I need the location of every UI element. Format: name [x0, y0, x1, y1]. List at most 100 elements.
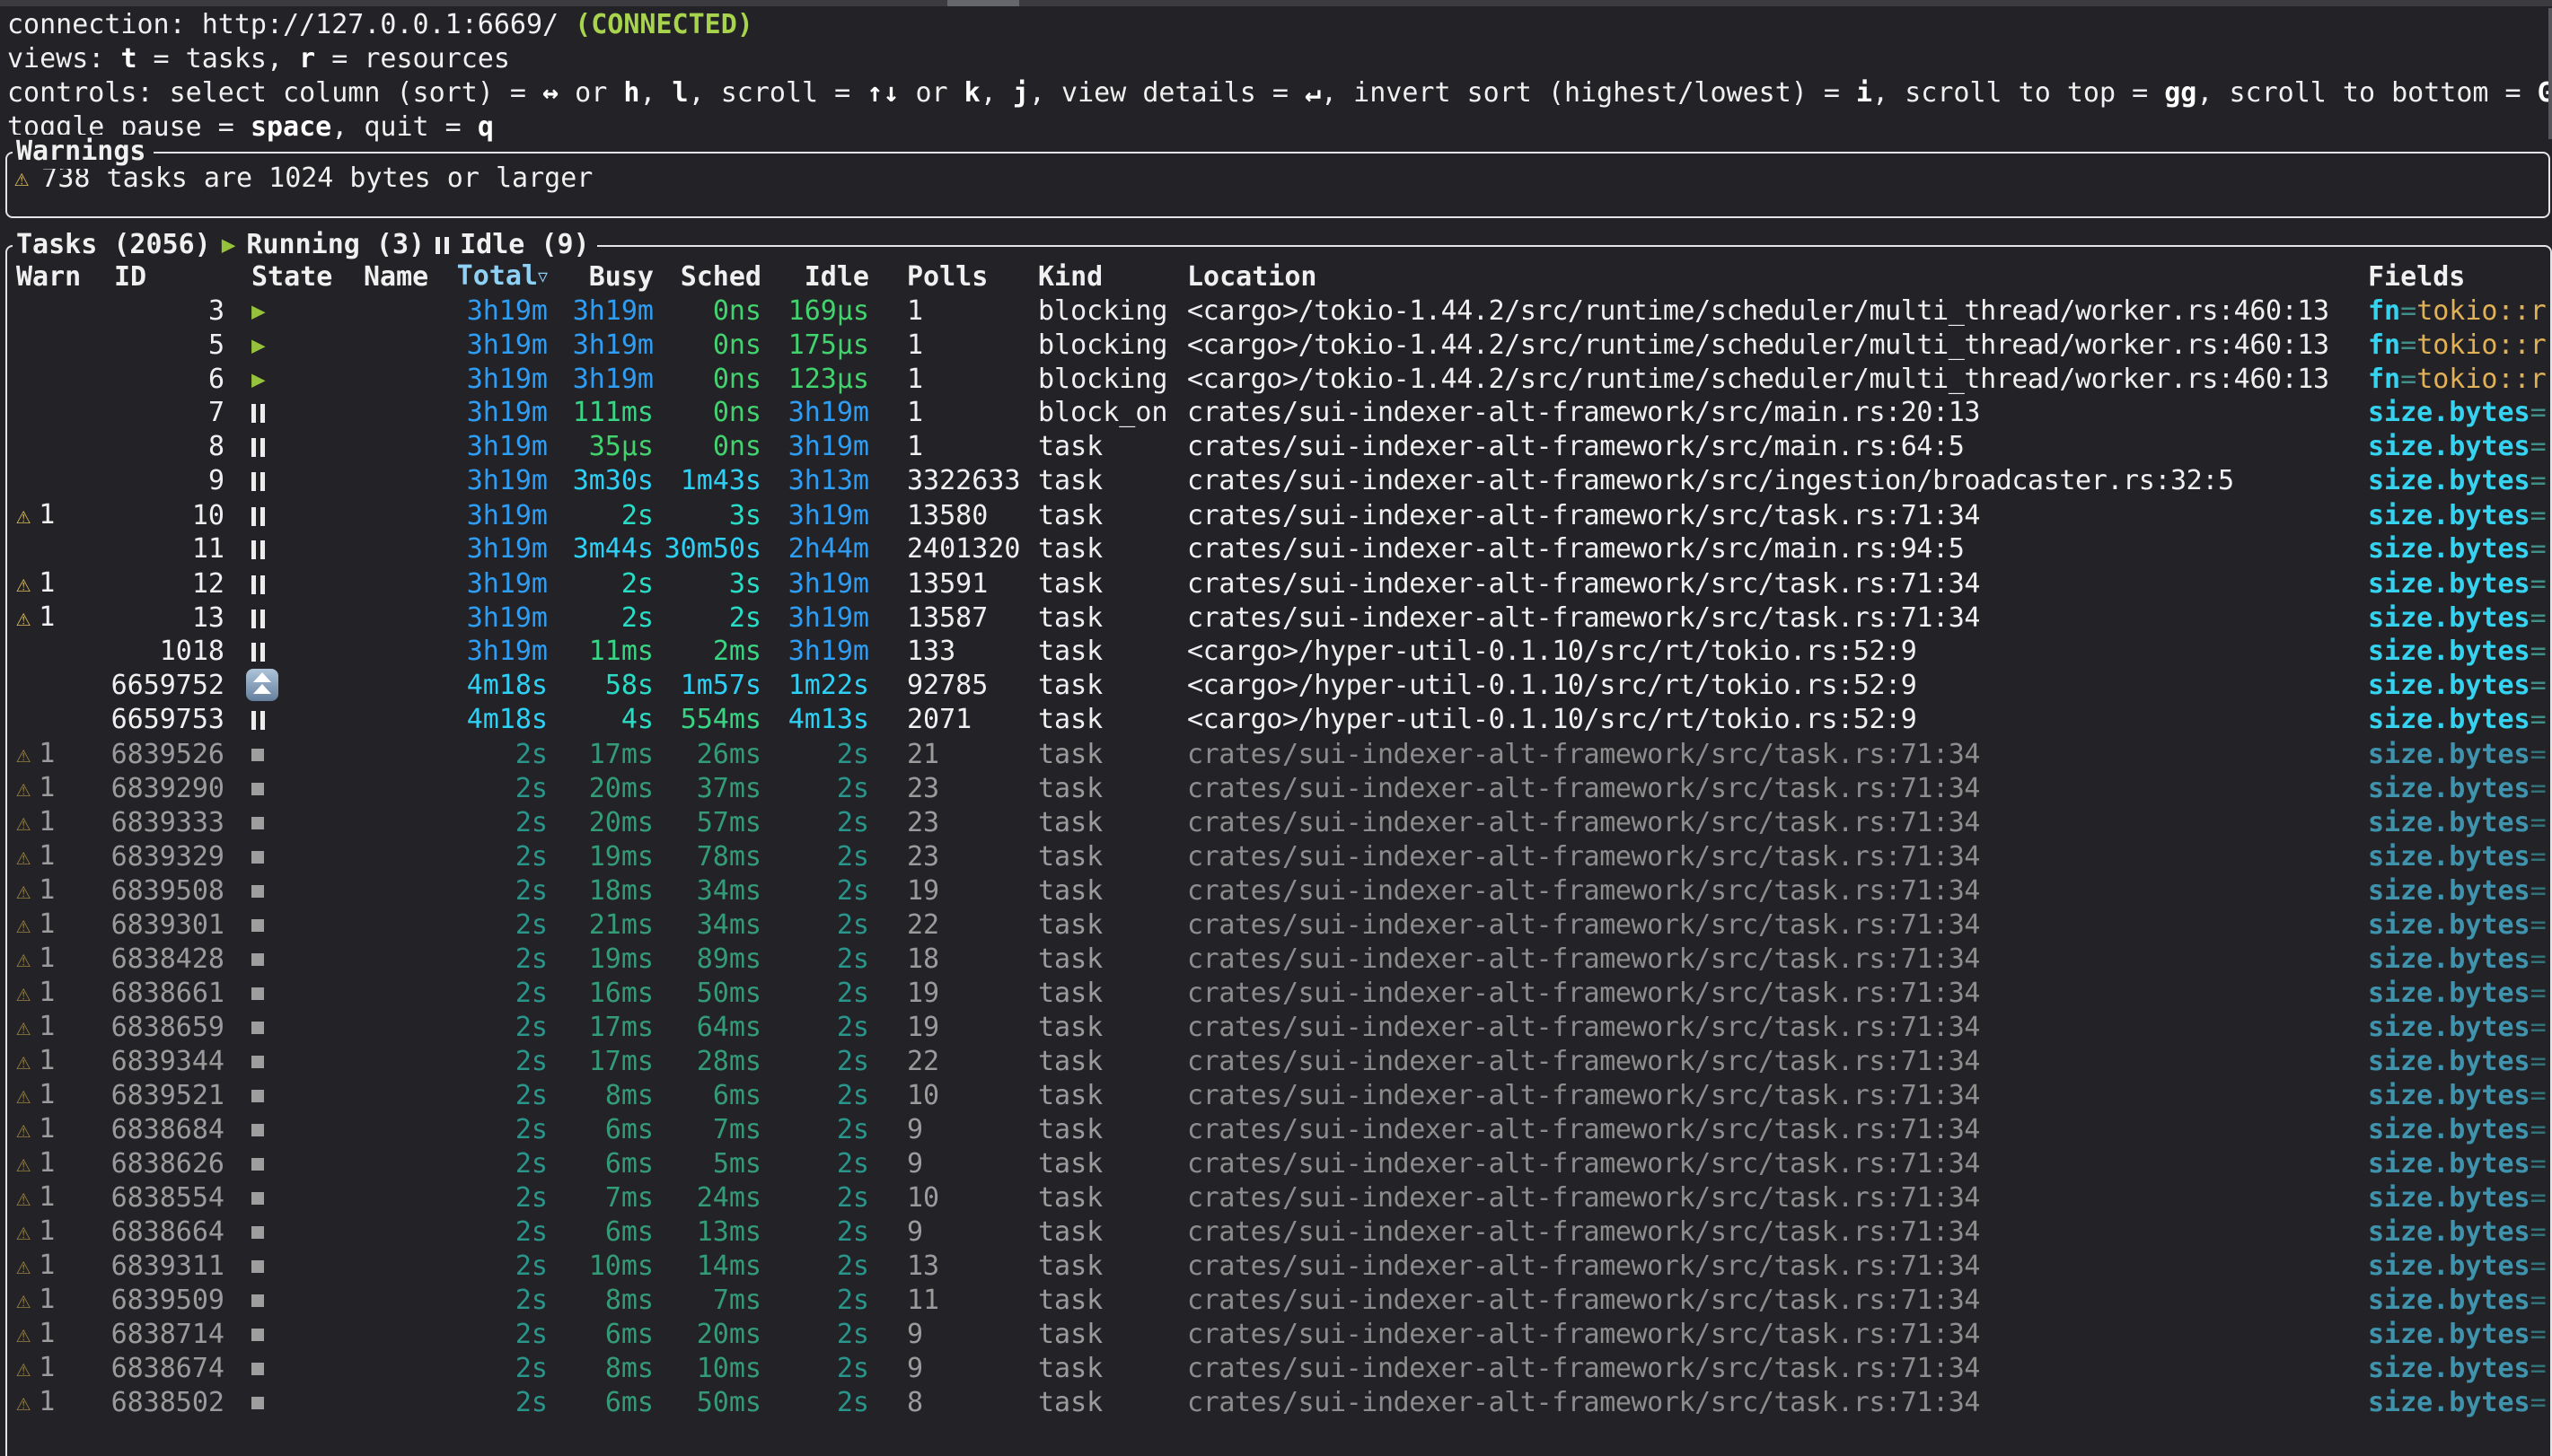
task-kind: task	[1033, 908, 1184, 943]
task-row[interactable]: 93h19m3m30s1m43s3h13m3322633taskcrates/s…	[16, 464, 2550, 498]
task-row[interactable]: 168386842s6ms7ms2s9taskcrates/sui-indexe…	[16, 1112, 2550, 1146]
state-cell	[224, 908, 337, 943]
task-row[interactable]: 113h19m3m44s30m50s2h44m2401320taskcrates…	[16, 532, 2550, 566]
field-value: tokio::r	[2416, 295, 2547, 327]
task-row[interactable]: 63h19m3h19m0ns123µs1blocking<cargo>/toki…	[16, 362, 2550, 396]
warn-count: 1	[39, 738, 55, 769]
duration-value: 3h19m	[467, 500, 548, 531]
duration-value: 18ms	[589, 875, 654, 907]
warning-icon	[16, 1250, 31, 1281]
column-header-warn[interactable]: Warn	[16, 260, 99, 294]
duration-value: 2s	[515, 978, 548, 1009]
duration-value: 19ms	[589, 841, 654, 873]
column-header-state[interactable]: State	[224, 260, 337, 294]
task-id: 6838684	[99, 1113, 224, 1147]
total-duration: 3h19m	[427, 532, 548, 566]
polls-count: 10	[869, 1079, 1033, 1113]
duration-value: 7ms	[713, 1285, 761, 1316]
task-row[interactable]: 73h19m111ms0ns3h19m1block_oncrates/sui-i…	[16, 396, 2550, 430]
terminal-right-scrollbar[interactable]	[2548, 8, 2552, 139]
task-row[interactable]: 168384282s19ms89ms2s18taskcrates/sui-ind…	[16, 942, 2550, 976]
task-row[interactable]: 168392902s20ms37ms2s23taskcrates/sui-ind…	[16, 771, 2550, 805]
terminal-top-scrollbar-thumb[interactable]	[947, 0, 1019, 6]
task-row[interactable]: 168393012s21ms34ms2s22taskcrates/sui-ind…	[16, 908, 2550, 942]
task-row[interactable]: 168393332s20ms57ms2s23taskcrates/sui-ind…	[16, 805, 2550, 839]
warn-cell: 1	[16, 771, 99, 806]
task-row[interactable]: 1103h19m2s3s3h19m13580taskcrates/sui-ind…	[16, 498, 2550, 532]
task-row[interactable]: 1133h19m2s2s3h19m13587taskcrates/sui-ind…	[16, 601, 2550, 635]
idle-count-label: Idle (9)	[460, 228, 590, 262]
task-row[interactable]: 168386262s6ms5ms2s9taskcrates/sui-indexe…	[16, 1146, 2550, 1180]
column-header-sched[interactable]: Sched	[654, 260, 761, 294]
state-stopped-icon	[251, 1397, 264, 1409]
state-paused-icon	[251, 643, 265, 662]
column-header-busy[interactable]: Busy	[548, 260, 654, 294]
task-row[interactable]: 168387142s6ms20ms2s9taskcrates/sui-index…	[16, 1317, 2550, 1351]
task-row[interactable]: 1123h19m2s3s3h19m13591taskcrates/sui-ind…	[16, 566, 2550, 601]
task-kind: task	[1033, 1318, 1184, 1352]
task-id: 6838626	[99, 1147, 224, 1181]
column-header-id[interactable]: ID	[99, 260, 224, 294]
polls-count: 19	[869, 1011, 1033, 1045]
duration-value: 20ms	[697, 1319, 761, 1350]
task-row[interactable]: 53h19m3h19m0ns175µs1blocking<cargo>/toki…	[16, 328, 2550, 362]
task-fields: size.bytes=	[2357, 1181, 2552, 1215]
total-duration: 2s	[427, 772, 548, 806]
duration-value: 4m18s	[467, 670, 548, 701]
duration-value: 5ms	[713, 1148, 761, 1180]
field-key: size.bytes	[2368, 465, 2530, 496]
task-row[interactable]: 168395082s18ms34ms2s19taskcrates/sui-ind…	[16, 873, 2550, 908]
state-cell	[224, 1318, 337, 1352]
task-row[interactable]: 168393112s10ms14ms2s13taskcrates/sui-ind…	[16, 1249, 2550, 1283]
task-row[interactable]: 168393292s19ms78ms2s23taskcrates/sui-ind…	[16, 839, 2550, 873]
duration-value: 2s	[837, 773, 869, 804]
duration-value: 10ms	[697, 1353, 761, 1384]
column-header-total[interactable]: Total▿	[427, 259, 548, 294]
sched-duration: 57ms	[654, 806, 761, 840]
warn-cell: 1	[16, 498, 99, 533]
column-header-name[interactable]: Name	[337, 260, 427, 294]
task-row[interactable]: 83h19m35µs0ns3h19m1taskcrates/sui-indexe…	[16, 430, 2550, 464]
task-row[interactable]: 168395262s17ms26ms2s21taskcrates/sui-ind…	[16, 737, 2550, 771]
duration-value: 2s	[837, 1353, 869, 1384]
task-row[interactable]: 168386742s8ms10ms2s9taskcrates/sui-index…	[16, 1351, 2550, 1385]
task-row[interactable]: 168393442s17ms28ms2s22taskcrates/sui-ind…	[16, 1044, 2550, 1078]
task-row[interactable]: 168386642s6ms13ms2s9taskcrates/sui-index…	[16, 1215, 2550, 1249]
task-row[interactable]: 33h19m3h19m0ns169µs1blocking<cargo>/toki…	[16, 294, 2550, 328]
column-header-idle[interactable]: Idle	[761, 260, 869, 294]
polls-count: 9	[869, 1147, 1033, 1181]
column-header-fields[interactable]: Fields	[2357, 260, 2552, 294]
idle-duration: 2s	[761, 1181, 869, 1215]
state-stopped-icon	[251, 1192, 264, 1205]
warn-count: 1	[39, 908, 55, 940]
state-stopped-icon	[251, 783, 264, 795]
warn-count: 1	[39, 1079, 55, 1110]
terminal-top-scrollbar[interactable]	[0, 0, 2552, 6]
task-row[interactable]: 168395092s8ms7ms2s11taskcrates/sui-index…	[16, 1283, 2550, 1317]
task-row[interactable]: 66597534m18s4s554ms4m13s2071task<cargo>/…	[16, 703, 2550, 737]
duration-value: 4s	[621, 704, 654, 735]
warn-count: 1	[39, 943, 55, 974]
column-header-location[interactable]: Location	[1184, 260, 2357, 294]
duration-value: 14ms	[697, 1250, 761, 1282]
idle-duration: 2s	[761, 1215, 869, 1250]
task-row[interactable]: 10183h19m11ms2ms3h19m133task<cargo>/hype…	[16, 635, 2550, 669]
warn-cell: 1	[16, 566, 99, 601]
state-paused-icon	[251, 472, 265, 491]
warn-count: 1	[39, 1011, 55, 1042]
task-fields: size.bytes=	[2357, 738, 2552, 772]
task-row[interactable]: 168386612s16ms50ms2s19taskcrates/sui-ind…	[16, 976, 2550, 1010]
duration-value: 3h19m	[573, 329, 654, 361]
field-equals: =	[2530, 1114, 2547, 1145]
column-header-polls[interactable]: Polls	[869, 260, 1033, 294]
task-row[interactable]: 168395212s8ms6ms2s10taskcrates/sui-index…	[16, 1078, 2550, 1112]
task-row[interactable]: 168386592s17ms64ms2s19taskcrates/sui-ind…	[16, 1010, 2550, 1044]
task-row[interactable]: 168385022s6ms50ms2s8taskcrates/sui-index…	[16, 1385, 2550, 1419]
duration-value: 10ms	[589, 1250, 654, 1282]
warn-count: 1	[39, 1352, 55, 1383]
task-row[interactable]: 66597524m18s58s1m57s1m22s92785task<cargo…	[16, 669, 2550, 703]
column-header-kind[interactable]: Kind	[1033, 260, 1184, 294]
warn-cell: 1	[16, 1215, 99, 1250]
field-key: size.bytes	[2368, 841, 2530, 873]
task-row[interactable]: 168385542s7ms24ms2s10taskcrates/sui-inde…	[16, 1180, 2550, 1215]
